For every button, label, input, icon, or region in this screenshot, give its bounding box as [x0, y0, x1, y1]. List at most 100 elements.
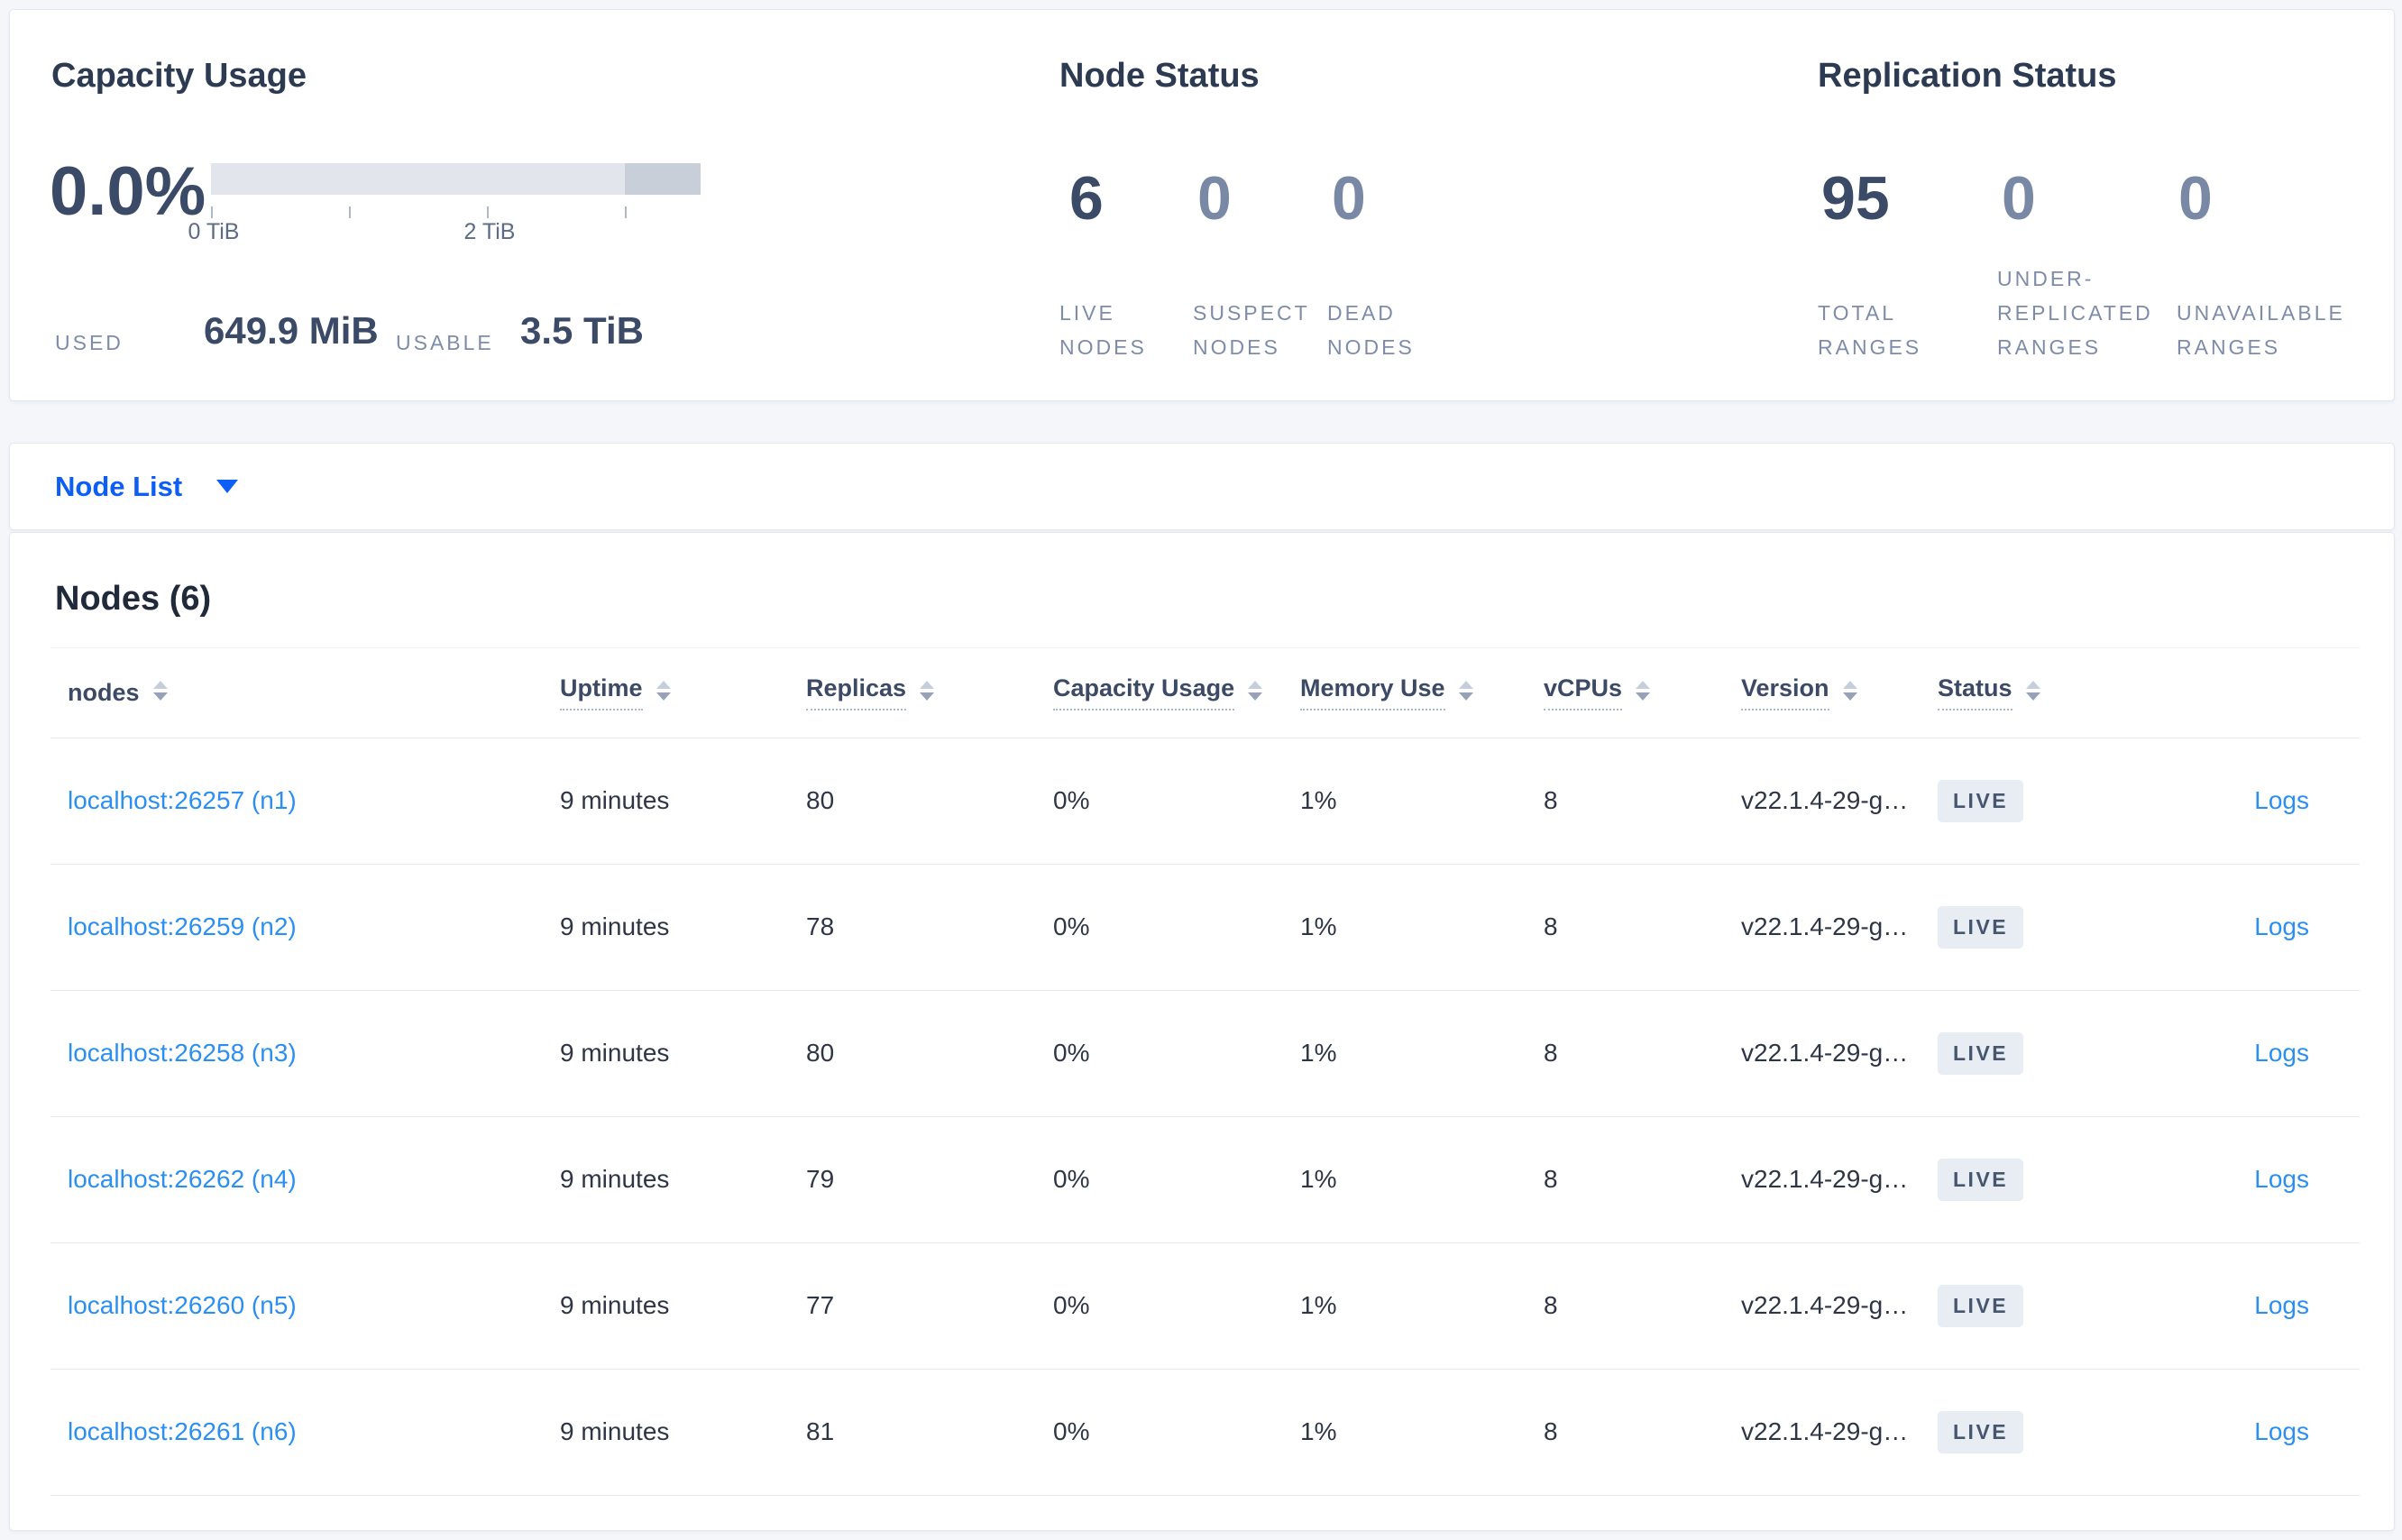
sort-icon	[656, 681, 671, 701]
sort-icon	[1458, 681, 1473, 701]
table-row: localhost:26262 (n4) 9 minutes 79 0% 1% …	[50, 1116, 2360, 1243]
version-cell: v22.1.4-29-g…	[1741, 1165, 1909, 1193]
logs-link[interactable]: Logs	[2254, 1417, 2309, 1446]
column-header-memory-use[interactable]: Memory Use	[1300, 647, 1473, 738]
memory-cell: 1%	[1300, 912, 1337, 940]
replicas-cell: 79	[806, 1165, 835, 1193]
memory-cell: 1%	[1300, 1291, 1337, 1319]
column-header-replicas[interactable]: Replicas	[806, 647, 935, 738]
column-header-status[interactable]: Status	[1938, 647, 2040, 738]
used-label: USED	[55, 331, 124, 354]
table-row: localhost:26258 (n3) 9 minutes 80 0% 1% …	[50, 990, 2360, 1117]
view-selector-bar: Node List	[9, 443, 2395, 530]
vcpus-cell: 8	[1544, 1039, 1558, 1067]
vcpus-cell: 8	[1544, 1291, 1558, 1319]
logs-link[interactable]: Logs	[2254, 1165, 2309, 1194]
capacity-cell: 0%	[1053, 786, 1090, 814]
table-header-row: nodes Uptime Replicas Capacity Usage Mem…	[50, 647, 2360, 738]
cluster-overview-page: Capacity Usage 0.0% 0 TiB 2 TiB USED 649…	[0, 0, 2402, 1540]
node-address-link[interactable]: localhost:26258 (n3)	[68, 1039, 297, 1068]
column-header-vcpus[interactable]: vCPUs	[1544, 647, 1651, 738]
column-header-version[interactable]: Version	[1741, 647, 1857, 738]
sort-icon	[920, 681, 935, 701]
uptime-cell: 9 minutes	[560, 1291, 670, 1319]
memory-cell: 1%	[1300, 786, 1337, 814]
capacity-cell: 0%	[1053, 1165, 1090, 1193]
sort-icon	[152, 681, 168, 701]
capacity-cell: 0%	[1053, 1417, 1090, 1445]
uptime-cell: 9 minutes	[560, 1165, 670, 1193]
uptime-cell: 9 minutes	[560, 1039, 670, 1067]
memory-cell: 1%	[1300, 1417, 1337, 1445]
memory-cell: 1%	[1300, 1165, 1337, 1193]
replication-status-title: Replication Status	[1818, 57, 2117, 95]
node-list-dropdown[interactable]: Node List	[55, 470, 239, 503]
table-row: localhost:26261 (n6) 9 minutes 81 0% 1% …	[50, 1369, 2360, 1496]
under-replicated-label: UNDER- REPLICATED RANGES	[1997, 267, 2153, 359]
capacity-cell: 0%	[1053, 912, 1090, 940]
replicas-cell: 78	[806, 912, 835, 940]
column-header-uptime[interactable]: Uptime	[560, 647, 671, 738]
capacity-usage-bar	[211, 163, 701, 195]
sort-icon	[1842, 681, 1857, 701]
node-address-link[interactable]: localhost:26262 (n4)	[68, 1165, 297, 1194]
vcpus-cell: 8	[1544, 786, 1558, 814]
replicas-cell: 77	[806, 1291, 835, 1319]
node-address-link[interactable]: localhost:26257 (n1)	[68, 786, 297, 815]
node-address-link[interactable]: localhost:26260 (n5)	[68, 1291, 297, 1320]
total-ranges-count: 95	[1821, 164, 1890, 233]
nodes-heading: Nodes (6)	[55, 580, 212, 618]
logs-link[interactable]: Logs	[2254, 1291, 2309, 1320]
version-cell: v22.1.4-29-g…	[1741, 1039, 1909, 1067]
uptime-cell: 9 minutes	[560, 912, 670, 940]
axis-tick	[349, 206, 351, 218]
table-row: localhost:26260 (n5) 9 minutes 77 0% 1% …	[50, 1242, 2360, 1370]
uptime-cell: 9 minutes	[560, 1417, 670, 1445]
column-header-nodes[interactable]: nodes	[68, 647, 168, 738]
version-cell: v22.1.4-29-g…	[1741, 786, 1909, 814]
vcpus-cell: 8	[1544, 912, 1558, 940]
node-address-link[interactable]: localhost:26261 (n6)	[68, 1417, 297, 1446]
axis-tick	[211, 206, 213, 218]
node-list-dropdown-label: Node List	[55, 470, 183, 502]
status-badge: LIVE	[1938, 1158, 2024, 1201]
capacity-bar-reserved-fill	[625, 163, 701, 195]
version-cell: v22.1.4-29-g…	[1741, 912, 1909, 940]
axis-tick-label-0: 0 TiB	[188, 219, 240, 244]
dead-nodes-label: DEAD NODES	[1327, 301, 1415, 359]
status-badge: LIVE	[1938, 1284, 2024, 1327]
table-row: localhost:26259 (n2) 9 minutes 78 0% 1% …	[50, 864, 2360, 991]
capacity-used-percent: 0.0%	[50, 153, 206, 230]
sort-icon	[1248, 681, 1263, 701]
version-cell: v22.1.4-29-g…	[1741, 1417, 1909, 1445]
table-row: localhost:26257 (n1) 9 minutes 80 0% 1% …	[50, 738, 2360, 865]
replicas-cell: 80	[806, 1039, 835, 1067]
unavailable-ranges-label: UNAVAILABLE RANGES	[2177, 301, 2345, 359]
status-badge: LIVE	[1938, 905, 2024, 949]
replicas-cell: 81	[806, 1417, 835, 1445]
logs-link[interactable]: Logs	[2254, 912, 2309, 941]
logs-link[interactable]: Logs	[2254, 1039, 2309, 1068]
node-status-title: Node Status	[1059, 57, 1260, 95]
column-header-capacity-usage[interactable]: Capacity Usage	[1053, 647, 1263, 738]
logs-link[interactable]: Logs	[2254, 786, 2309, 815]
live-nodes-label: LIVE NODES	[1059, 301, 1147, 359]
caret-down-icon	[216, 480, 239, 493]
sort-icon	[2025, 681, 2040, 701]
capacity-usage-title: Capacity Usage	[51, 57, 307, 95]
suspect-nodes-label: SUSPECT NODES	[1193, 301, 1310, 359]
vcpus-cell: 8	[1544, 1165, 1558, 1193]
axis-tick-label-2: 2 TiB	[463, 219, 516, 244]
suspect-nodes-count: 0	[1197, 164, 1232, 233]
capacity-cell: 0%	[1053, 1039, 1090, 1067]
replicas-cell: 80	[806, 786, 835, 814]
vcpus-cell: 8	[1544, 1417, 1558, 1445]
version-cell: v22.1.4-29-g…	[1741, 1291, 1909, 1319]
node-address-link[interactable]: localhost:26259 (n2)	[68, 912, 297, 941]
status-badge: LIVE	[1938, 779, 2024, 822]
usable-label: USABLE	[396, 331, 494, 354]
status-badge: LIVE	[1938, 1031, 2024, 1075]
under-replicated-count: 0	[2002, 164, 2036, 233]
sort-icon	[1636, 681, 1651, 701]
dead-nodes-count: 0	[1332, 164, 1366, 233]
